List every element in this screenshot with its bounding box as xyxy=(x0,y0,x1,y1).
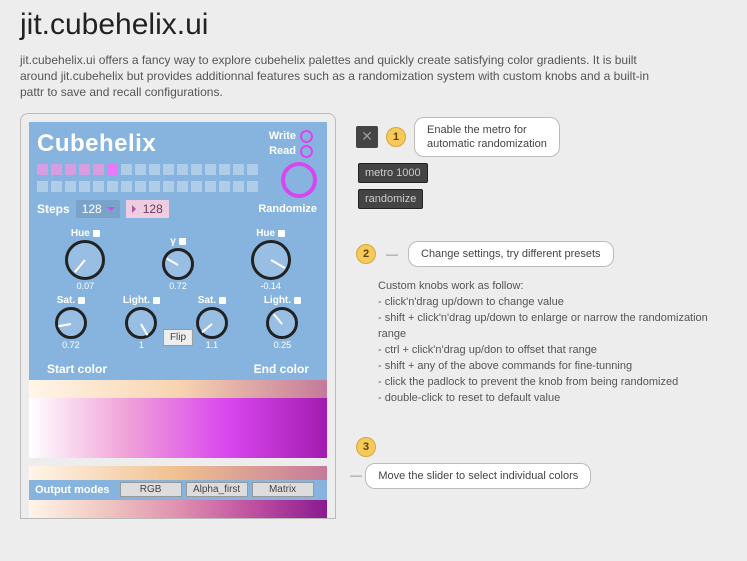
mode-rgb-button[interactable]: RGB xyxy=(120,482,182,497)
end-color-label: End color xyxy=(254,362,309,376)
gradient-preview-3 xyxy=(29,500,327,518)
end-sat-knob[interactable] xyxy=(196,307,228,339)
lock-icon[interactable] xyxy=(219,297,226,304)
ui-panel-frame: Cubehelix Write Read xyxy=(20,113,336,519)
randomize-button[interactable] xyxy=(281,162,317,198)
step-2-badge: 2 xyxy=(356,244,376,264)
color-slider[interactable] xyxy=(29,466,327,480)
end-light-knob[interactable] xyxy=(266,307,298,339)
panel-title: Cubehelix xyxy=(37,130,156,158)
start-sat-knob[interactable] xyxy=(55,307,87,339)
gradient-preview-2 xyxy=(29,398,327,458)
lock-icon[interactable] xyxy=(294,297,301,304)
lock-icon[interactable] xyxy=(179,238,186,245)
start-color-label: Start color xyxy=(47,362,107,376)
write-button[interactable]: Write xyxy=(269,130,313,143)
randomize-message[interactable]: randomize xyxy=(358,189,423,209)
step-1-badge: 1 xyxy=(386,127,406,147)
lock-icon[interactable] xyxy=(278,230,285,237)
page-description: jit.cubehelix.ui offers a fancy way to e… xyxy=(20,52,660,101)
mode-matrix-button[interactable]: Matrix xyxy=(252,482,314,497)
output-modes-label: Output modes xyxy=(29,484,116,496)
metro-toggle[interactable]: ✕ xyxy=(356,126,378,148)
preset-row-1[interactable] xyxy=(37,164,319,175)
flip-button[interactable]: Flip xyxy=(163,329,193,346)
step-3-badge: 3 xyxy=(356,437,376,457)
cubehelix-panel: Cubehelix Write Read xyxy=(29,122,327,518)
step-2-tooltip: Change settings, try different presets xyxy=(408,241,614,267)
gamma-knob[interactable] xyxy=(162,248,194,280)
lock-icon[interactable] xyxy=(93,230,100,237)
knob-help-text: Custom knobs work as follow: - click'n'd… xyxy=(378,279,727,407)
mode-alpha-button[interactable]: Alpha_first xyxy=(186,482,248,497)
lock-icon[interactable] xyxy=(153,297,160,304)
start-light-knob[interactable] xyxy=(125,307,157,339)
circle-icon xyxy=(300,145,313,158)
metro-object[interactable]: metro 1000 xyxy=(358,163,428,183)
step-3-tooltip: Move the slider to select individual col… xyxy=(365,463,591,489)
read-button[interactable]: Read xyxy=(269,145,313,158)
steps-output: 128 xyxy=(126,200,169,218)
page-title: jit.cubehelix.ui xyxy=(20,8,727,42)
start-hue-knob[interactable]: .knob:after{transform:translateX(-50%) r… xyxy=(65,240,105,280)
lock-icon[interactable] xyxy=(78,297,85,304)
randomize-label: Randomize xyxy=(258,203,317,215)
steps-label: Steps xyxy=(37,202,70,216)
step-1-tooltip: Enable the metro for automatic randomiza… xyxy=(414,117,560,158)
preset-row-2[interactable] xyxy=(37,181,319,192)
circle-icon xyxy=(300,130,313,143)
steps-dropdown[interactable]: 128 xyxy=(76,200,120,218)
end-hue-knob[interactable] xyxy=(251,240,291,280)
gradient-preview-1 xyxy=(29,380,327,398)
